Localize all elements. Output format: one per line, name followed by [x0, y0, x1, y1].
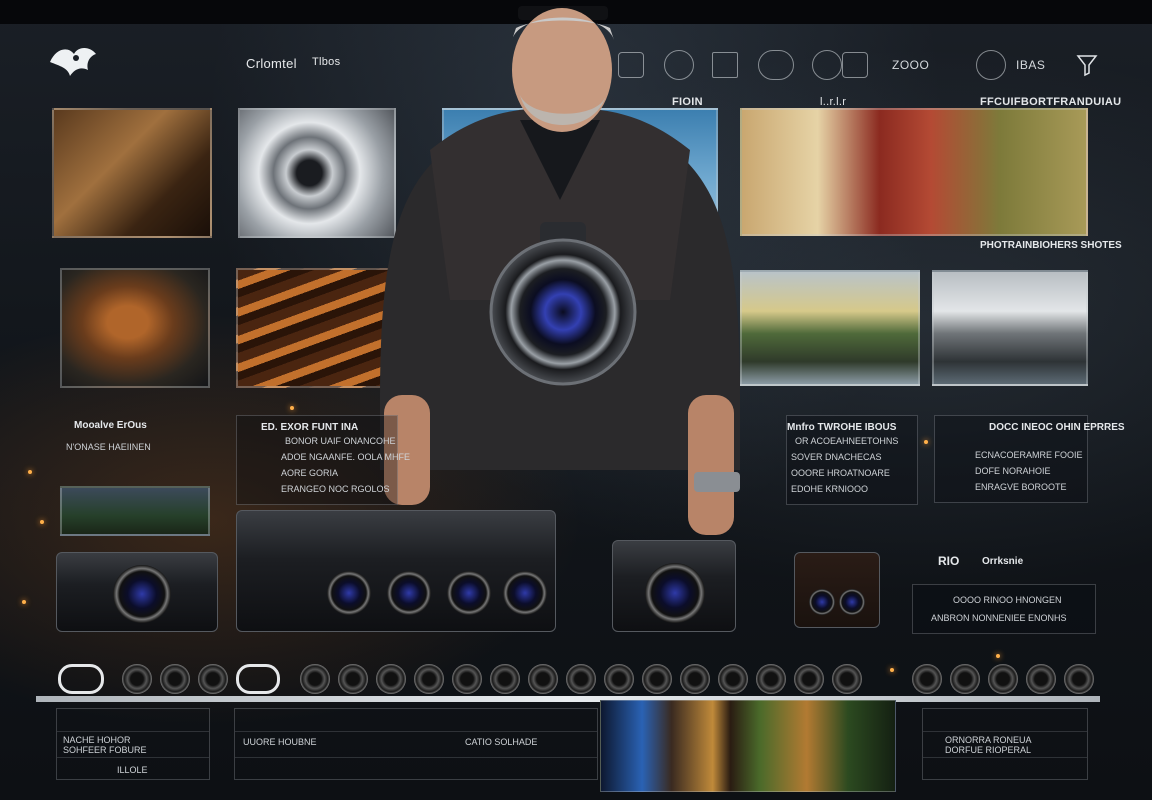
bottom-table-1: NACHE HOHOR SOHFEER FOBURE ILLOLE [56, 708, 210, 780]
table-cell: ILLOLE [117, 765, 148, 775]
lens-ring [912, 664, 942, 694]
gallery-thumb-7[interactable] [740, 270, 920, 386]
lens-ring [122, 664, 152, 694]
record-icon[interactable] [976, 50, 1006, 80]
lens-ring [988, 664, 1018, 694]
table-cell: ORNORRA RONEUA [945, 735, 1032, 745]
lens-ring [680, 664, 710, 694]
camera-panel-title: RIO [938, 554, 960, 568]
lens-ring [718, 664, 748, 694]
info-panel-center-right: Mnfro TWROHE IBOUS OR ACOEAHNEETOHNS SOV… [786, 415, 918, 505]
nav-item-ibas[interactable]: IBAS [1016, 58, 1045, 72]
table-cell: DORFUE RIOPERAL [945, 745, 1032, 755]
lens-ring [566, 664, 596, 694]
spark [28, 470, 32, 474]
lens-ring [376, 664, 406, 694]
nav-item-zoom[interactable]: ZOOO [892, 58, 929, 72]
info-panel-right: DOCC INEOC OHIN EPRRES ECNACOERAMRE FOOI… [934, 415, 1125, 503]
film-strip-divider [36, 696, 1100, 702]
lens-ring [1064, 664, 1094, 694]
panel-left-title: Mooalve ErOus [74, 420, 147, 431]
panel-line: BONOR UAIF ONANCOHE [285, 436, 396, 446]
panel-line: DOFE NORAHOIE [975, 466, 1051, 476]
lens-ring [160, 664, 190, 694]
lens-ring [832, 664, 862, 694]
page-root: Crlomtel Tlbos ZOOO IBAS FIOIN l..r.l.r … [0, 0, 1152, 800]
gallery-thumb-1[interactable] [52, 108, 212, 238]
lens-ring [1026, 664, 1056, 694]
lens-ring [490, 664, 520, 694]
panel-center-right-title: Mnfro TWROHE IBOUS [787, 422, 897, 433]
lens-ring [338, 664, 368, 694]
table-cell: UUORE HOUBNE [243, 737, 317, 747]
panel-line: OOOO RINOO HNONGEN [953, 595, 1062, 605]
panel-line: ADOE NGAANFE. OOLA MHFE [281, 452, 411, 462]
hero-photographer [370, 0, 750, 540]
panel-left-subtitle: N'ONASE HAEIINEN [66, 442, 151, 452]
panel-line: ECNACOERAMRE FOOIE [975, 450, 1083, 460]
panel-line: OR ACOEAHNEETOHNS [795, 436, 899, 446]
film-reel-icon [58, 664, 104, 694]
gallery-side-caption: PHOTRAINBIOHERS SHOTES [980, 240, 1122, 251]
gallery-thumb-8[interactable] [932, 270, 1088, 386]
gallery-thumb-9[interactable] [60, 486, 210, 536]
lens-ring [756, 664, 786, 694]
logo[interactable] [46, 40, 100, 80]
brand-name[interactable]: Crlomtel [246, 56, 297, 71]
camera-panel-title2: Orrksnie [982, 556, 1024, 567]
lens-ring [642, 664, 672, 694]
section-heading-right: FFCUIFBORTFRANDUIAU [980, 96, 1122, 108]
lens-ring [794, 664, 824, 694]
lens-ring [452, 664, 482, 694]
lens-ring [414, 664, 444, 694]
filter-icon[interactable] [1076, 52, 1098, 78]
gallery-thumb-4[interactable] [740, 108, 1088, 236]
film-reel-icon [236, 664, 280, 694]
bottom-table-4: ORNORRA RONEUA DORFUE RIOPERAL [922, 708, 1088, 780]
panel-line: SOVER DNACHECAS [791, 452, 882, 462]
panel-line: ANBRON NONNENIEE ENONHS [931, 613, 1067, 623]
lens-ring [300, 664, 330, 694]
bottom-table-2: UUORE HOUBNE CATIO SOLHADE [234, 708, 598, 780]
panel-line: ENRAGVE BOROOTE [975, 482, 1067, 492]
table-cell: SOHFEER FOBURE [63, 745, 147, 755]
aperture-icon[interactable] [812, 50, 842, 80]
lens-ring [528, 664, 558, 694]
brand-subtitle: Tlbos [312, 56, 341, 68]
section-heading-mid: l..r.l.r [820, 96, 847, 108]
panel-line: OOORE HROATNOARE [791, 468, 890, 478]
camera-product-2[interactable] [236, 510, 556, 632]
gallery-thumb-5[interactable] [60, 268, 210, 388]
camera-panel: OOOO RINOO HNONGEN ANBRON NONNENIEE ENON… [912, 584, 1096, 634]
table-cell: CATIO SOLHADE [465, 737, 538, 747]
spark [924, 440, 928, 444]
spark [22, 600, 26, 604]
panel-line: AORE GORIA [281, 468, 339, 478]
lens-ring [950, 664, 980, 694]
spark [40, 520, 44, 524]
lens-ring [604, 664, 634, 694]
camera-product-1[interactable] [56, 552, 218, 632]
bottom-gallery-strip[interactable] [600, 700, 896, 792]
panel-right-title: DOCC INEOC OHIN EPRRES [989, 422, 1125, 433]
camera-product-4[interactable] [794, 552, 880, 628]
gallery-icon[interactable] [842, 52, 868, 78]
table-cell: NACHE HOHOR [63, 735, 131, 745]
panel-center-left-title: ED. EXOR FUNT INA [261, 422, 359, 433]
spark [996, 654, 1000, 658]
info-panel-center-left: ED. EXOR FUNT INA BONOR UAIF ONANCOHE AD… [236, 415, 410, 505]
spark [890, 668, 894, 672]
panel-line: EDOHE KRNIOOO [791, 484, 869, 494]
panel-line: ERANGEO NOC RGOLOS [281, 484, 390, 494]
camera-product-3[interactable] [612, 540, 736, 632]
spark [290, 406, 294, 410]
camera-icon[interactable] [758, 50, 794, 80]
lens-ring [198, 664, 228, 694]
